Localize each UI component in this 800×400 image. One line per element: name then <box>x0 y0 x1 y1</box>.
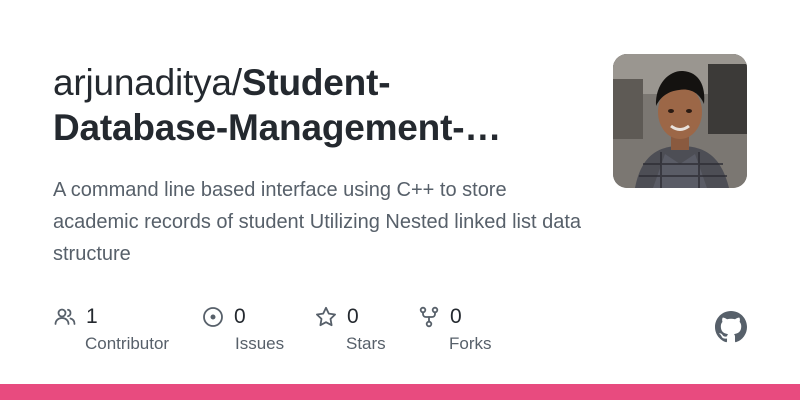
contributors-label: Contributor <box>85 334 170 353</box>
github-mark-icon[interactable] <box>715 311 747 343</box>
fork-icon <box>417 305 441 329</box>
repo-name-line2: Database-Management-… <box>53 107 502 148</box>
issues-count: 0 <box>234 305 246 328</box>
avatar-photo-icon <box>613 54 747 188</box>
issue-icon <box>201 305 225 329</box>
star-icon <box>314 305 338 329</box>
repo-name-line1: Student- <box>241 62 391 103</box>
people-icon <box>53 305 77 329</box>
forks-count: 0 <box>450 305 462 328</box>
issues-label: Issues <box>235 334 285 353</box>
stat-contributors[interactable]: 1 Contributor <box>53 302 169 353</box>
stars-label: Stars <box>346 334 386 353</box>
stat-stars[interactable]: 0 Stars <box>314 302 386 353</box>
repo-title[interactable]: arjunaditya/Student- Database-Management… <box>53 60 593 150</box>
owner-avatar[interactable] <box>613 54 747 188</box>
stat-issues[interactable]: 0 Issues <box>201 302 284 353</box>
forks-label: Forks <box>449 334 492 353</box>
stars-count: 0 <box>347 305 359 328</box>
stat-forks[interactable]: 0 Forks <box>417 302 492 353</box>
contributors-count: 1 <box>86 305 98 328</box>
accent-bar <box>0 384 800 400</box>
repo-owner: arjunaditya/ <box>53 62 242 103</box>
social-preview-card: arjunaditya/Student- Database-Management… <box>0 0 800 400</box>
repo-description: A command line based interface using C++… <box>53 179 582 265</box>
